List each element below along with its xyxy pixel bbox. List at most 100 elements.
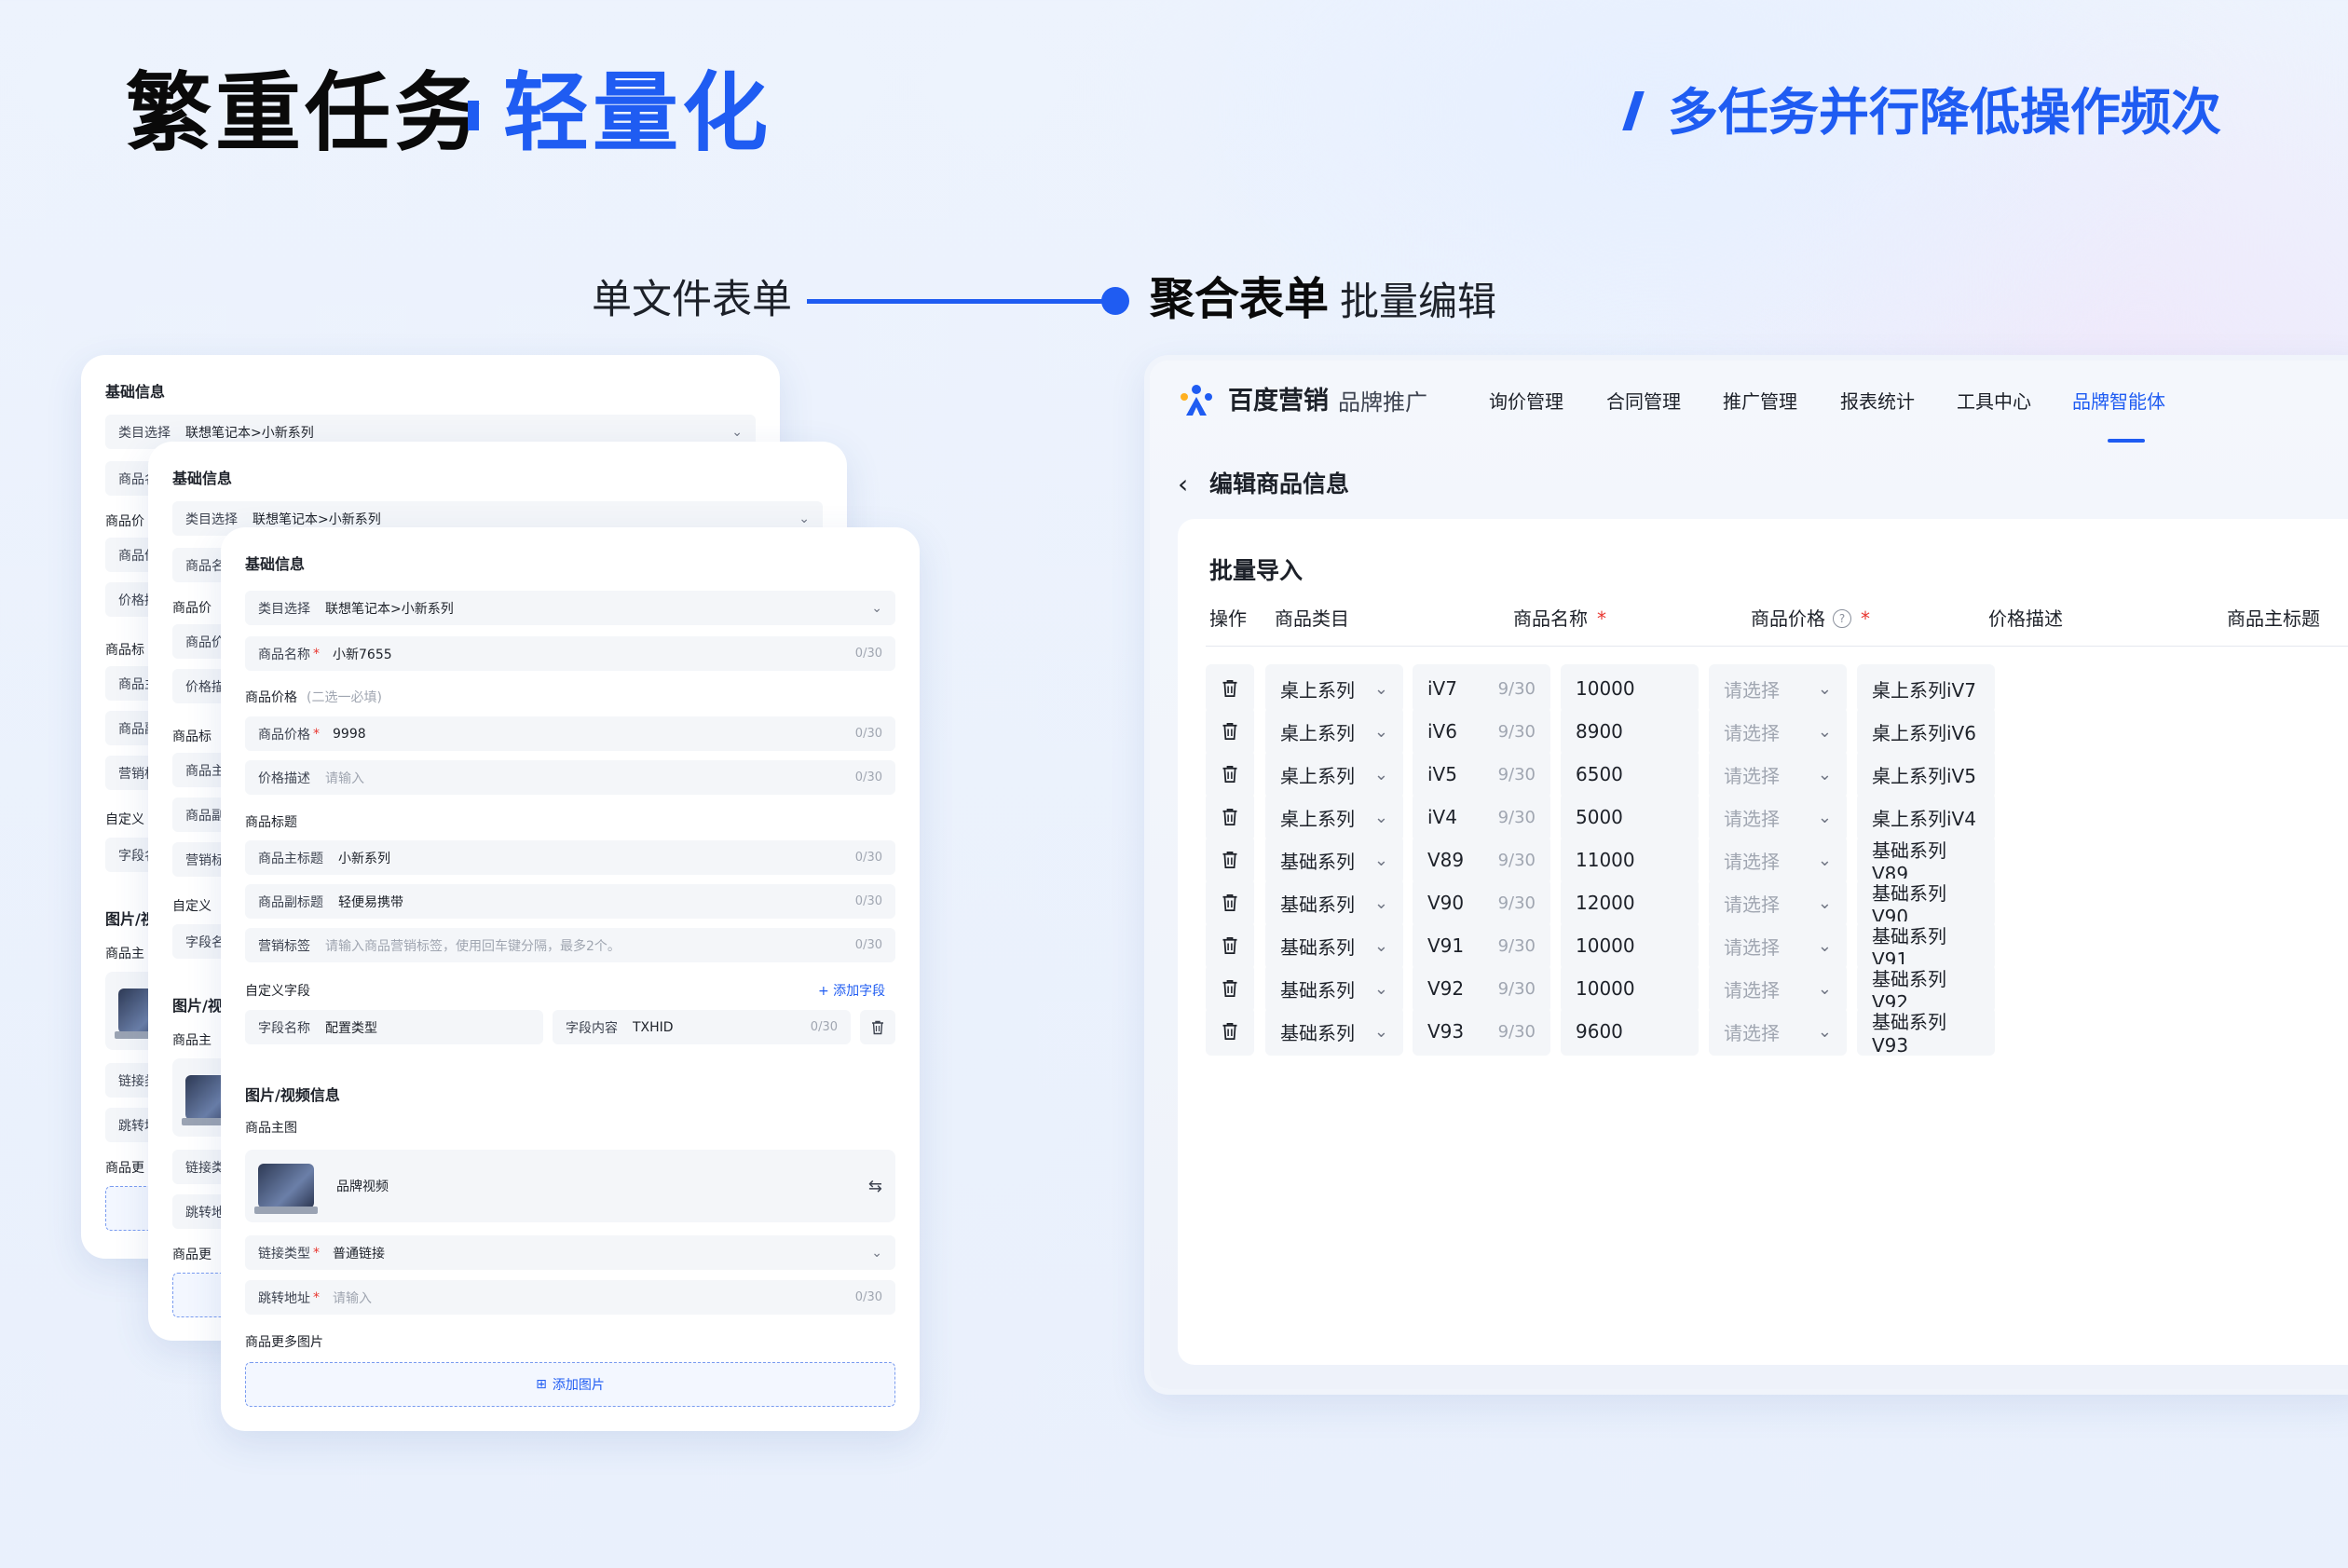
main-title-input[interactable]: 基础系列V89 <box>1857 836 1995 885</box>
main-title-input[interactable]: 桌上系列iV6 <box>1857 707 1995 756</box>
price-input[interactable]: 10000 <box>1561 964 1699 1013</box>
col-header-op: 操作 <box>1209 607 1247 630</box>
chevron-down-icon: ⌄ <box>1373 678 1388 699</box>
main-title-input[interactable]: 基础系列V93 <box>1857 1007 1995 1057</box>
name-input[interactable]: V90 9/30 <box>1413 879 1550 927</box>
chevron-down-icon: ⌄ <box>1373 850 1388 870</box>
chevron-down-icon: ⌄ <box>1817 807 1832 827</box>
category-select[interactable]: 基础系列 ⌄ <box>1265 879 1403 927</box>
jump-url-input[interactable]: 跳转地址 * 请输入 0/30 <box>245 1280 895 1315</box>
name-input[interactable]: V92 9/30 <box>1413 964 1550 1013</box>
trash-icon <box>872 1020 883 1034</box>
delete-row-button[interactable] <box>1206 750 1254 798</box>
main-title-input[interactable]: 桌上系列iV4 <box>1857 793 1995 841</box>
product-name-field[interactable]: 商品名称 * 小新7655 0/30 <box>245 636 895 671</box>
trash-icon <box>1222 809 1237 825</box>
delete-row-button[interactable] <box>1206 793 1254 841</box>
section-basic-title: 基础信息 <box>245 555 306 573</box>
trash-icon <box>1222 766 1237 783</box>
price-desc-select[interactable]: 请选择 ⌄ <box>1709 921 1847 970</box>
category-select[interactable]: 基础系列 ⌄ <box>1265 1007 1403 1056</box>
delete-row-button[interactable] <box>1206 964 1254 1013</box>
name-input[interactable]: iV7 9/30 <box>1413 664 1550 713</box>
price-desc-select[interactable]: 请选择 ⌄ <box>1709 964 1847 1013</box>
price-input[interactable]: 5000 <box>1561 793 1699 841</box>
chevron-down-icon: ⌄ <box>799 511 810 526</box>
add-field-link[interactable]: + 添加字段 <box>818 981 885 1000</box>
marketing-tag-field[interactable]: 营销标签 请输入商品营销标签，使用回车键分隔，最多2个。 0/30 <box>245 928 895 962</box>
price-input[interactable]: 11000 <box>1561 836 1699 884</box>
main-title-input[interactable]: 桌上系列iV5 <box>1857 750 1995 798</box>
sub-title-field[interactable]: 商品副标题 轻便易携带 0/30 <box>245 884 895 919</box>
price-input[interactable]: 12000 <box>1561 879 1699 927</box>
price-section: 商品价 <box>105 514 144 529</box>
chevron-down-icon: ⌄ <box>1373 935 1388 956</box>
nav-inquiry[interactable]: 询价管理 <box>1489 387 1563 416</box>
category-select[interactable]: 类目选择 联想笔记本>小新系列 ⌄ <box>245 591 895 625</box>
field-name-input[interactable]: 字段名称 配置类型 <box>245 1010 543 1044</box>
chevron-down-icon: ⌄ <box>871 600 882 616</box>
trash-icon <box>1222 937 1237 954</box>
delete-row-button[interactable] <box>1206 1007 1254 1056</box>
price-input[interactable]: 10000 <box>1561 664 1699 713</box>
nav-active-indicator <box>2108 439 2145 443</box>
nav-reports[interactable]: 报表统计 <box>1840 387 1915 416</box>
title-section: 商品标 <box>105 643 144 658</box>
help-icon[interactable]: ? <box>1833 609 1851 628</box>
price-input[interactable]: 6500 <box>1561 750 1699 798</box>
main-title-input[interactable]: 基础系列V91 <box>1857 921 1995 971</box>
nav-promotion[interactable]: 推广管理 <box>1723 387 1797 416</box>
name-input[interactable]: iV5 9/30 <box>1413 750 1550 798</box>
price-desc-select[interactable]: 请选择 ⌄ <box>1709 664 1847 713</box>
delete-field-button[interactable] <box>860 1010 895 1044</box>
category-select[interactable]: 桌上系列 ⌄ <box>1265 664 1403 713</box>
link-type-select[interactable]: 链接类型 * 普通链接 ⌄ <box>245 1235 895 1270</box>
delete-row-button[interactable] <box>1206 664 1254 713</box>
category-select[interactable]: 基础系列 ⌄ <box>1265 921 1403 970</box>
name-input[interactable]: V89 9/30 <box>1413 836 1550 884</box>
category-select[interactable]: 桌上系列 ⌄ <box>1265 707 1403 756</box>
name-input[interactable]: iV6 9/30 <box>1413 707 1550 756</box>
nav-brand-agent[interactable]: 品牌智能体 <box>2072 387 2165 416</box>
delete-row-button[interactable] <box>1206 921 1254 970</box>
main-title-input[interactable]: 桌上系列iV7 <box>1857 664 1995 713</box>
price-section: 商品价 <box>172 601 212 616</box>
nav-contract[interactable]: 合同管理 <box>1606 387 1681 416</box>
delete-row-button[interactable] <box>1206 707 1254 756</box>
price-field[interactable]: 商品价格 * 9998 0/30 <box>245 716 895 751</box>
price-input[interactable]: 9600 <box>1561 1007 1699 1056</box>
header-divider <box>1206 646 2348 647</box>
category-select[interactable]: 基础系列 ⌄ <box>1265 964 1403 1013</box>
category-select[interactable]: 桌上系列 ⌄ <box>1265 793 1403 841</box>
chevron-down-icon: ⌄ <box>731 424 743 440</box>
col-header-price-desc: 价格描述 <box>1988 607 2063 630</box>
category-select[interactable]: 基础系列 ⌄ <box>1265 836 1403 884</box>
price-desc-select[interactable]: 请选择 ⌄ <box>1709 750 1847 798</box>
price-desc-select[interactable]: 请选择 ⌄ <box>1709 1007 1847 1056</box>
price-desc-select[interactable]: 请选择 ⌄ <box>1709 836 1847 884</box>
main-title-field[interactable]: 商品主标题 小新系列 0/30 <box>245 840 895 875</box>
price-input[interactable]: 10000 <box>1561 921 1699 970</box>
main-title-input[interactable]: 基础系列V92 <box>1857 964 1995 1014</box>
price-input[interactable]: 8900 <box>1561 707 1699 756</box>
field-content-input[interactable]: 字段内容 TXHID 0/30 <box>553 1010 851 1044</box>
back-arrow-icon[interactable]: ‹ <box>1178 466 1188 503</box>
category-select[interactable]: 桌上系列 ⌄ <box>1265 750 1403 798</box>
add-image-button[interactable]: ⊞ 添加图片 <box>245 1362 895 1407</box>
chevron-down-icon: ⌄ <box>1817 1021 1832 1042</box>
price-desc-select[interactable]: 请选择 ⌄ <box>1709 793 1847 841</box>
swap-icon[interactable]: ⇆ <box>868 1177 882 1196</box>
price-desc-select[interactable]: 请选择 ⌄ <box>1709 707 1847 756</box>
delete-row-button[interactable] <box>1206 836 1254 884</box>
chevron-down-icon: ⌄ <box>1817 978 1832 999</box>
price-desc-field[interactable]: 价格描述 请输入 0/30 <box>245 760 895 795</box>
nav-tools[interactable]: 工具中心 <box>1957 387 2031 416</box>
main-image-tile[interactable]: 品牌视频 ⇆ <box>245 1150 895 1222</box>
main-image-label: 商品主 <box>172 1033 212 1048</box>
price-desc-select[interactable]: 请选择 ⌄ <box>1709 879 1847 927</box>
name-input[interactable]: V93 9/30 <box>1413 1007 1550 1056</box>
delete-row-button[interactable] <box>1206 879 1254 927</box>
name-input[interactable]: V91 9/30 <box>1413 921 1550 970</box>
name-input[interactable]: iV4 9/30 <box>1413 793 1550 841</box>
main-title-input[interactable]: 基础系列V90 <box>1857 879 1995 928</box>
